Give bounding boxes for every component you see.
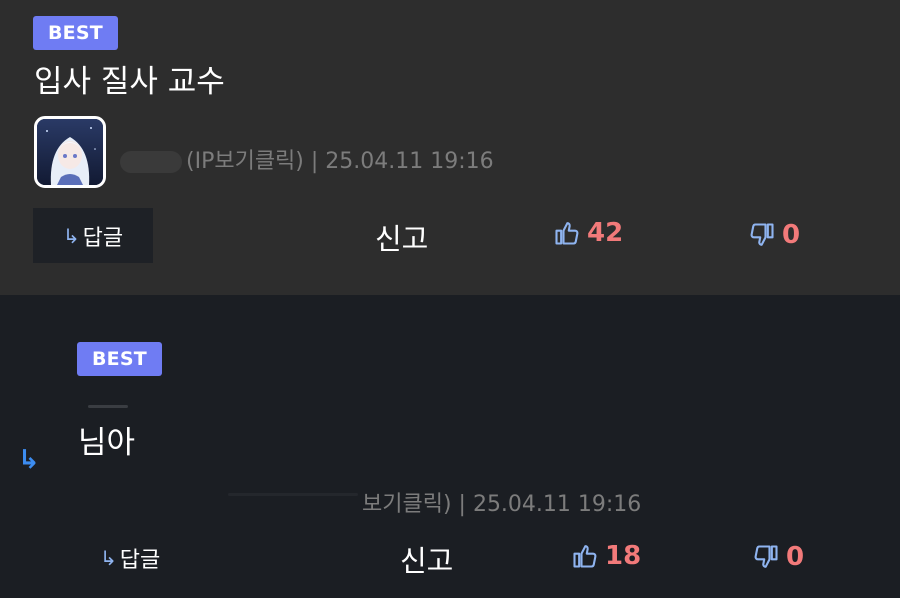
avatar-image xyxy=(37,119,103,185)
comment-best-2: BEST ↳ 님아 보기클릭) | 25.04.11 19:16 ↳ 답글 신고… xyxy=(0,295,900,598)
author-name-redacted xyxy=(88,405,128,408)
dislike-count: 0 xyxy=(782,220,801,250)
reply-label: 답글 xyxy=(82,225,124,251)
thumbs-up-icon xyxy=(573,545,597,568)
like-button[interactable]: 42 xyxy=(553,218,623,248)
thumbs-down-icon xyxy=(750,223,774,246)
meta-text: (IP보기클릭) | 25.04.11 19:16 xyxy=(186,149,494,174)
reply-button[interactable]: ↳ 답글 xyxy=(33,208,153,263)
comment-text: 님아 xyxy=(78,425,136,461)
like-count: 18 xyxy=(605,541,642,571)
report-button[interactable]: 신고 xyxy=(400,538,453,580)
dislike-count: 0 xyxy=(786,542,805,572)
meta-redacted xyxy=(228,493,358,496)
reply-indicator-icon: ↳ xyxy=(18,445,40,475)
comment-meta: 보기클릭) | 25.04.11 19:16 xyxy=(362,492,642,517)
thumbs-up-icon xyxy=(555,222,579,245)
comment-text: 입사 질사 교수 xyxy=(34,64,225,100)
reply-arrow-icon: ↳ xyxy=(62,223,80,248)
dislike-button[interactable]: 0 xyxy=(748,220,800,250)
best-badge: BEST xyxy=(33,16,118,50)
comment-meta: (IP보기클릭) | 25.04.11 19:16 xyxy=(120,143,494,175)
best-badge: BEST xyxy=(77,342,162,376)
report-button[interactable]: 신고 xyxy=(375,216,428,258)
like-button[interactable]: 18 xyxy=(571,541,641,571)
reply-arrow-icon: ↳ xyxy=(100,546,117,570)
avatar[interactable] xyxy=(34,116,106,188)
reply-label: 답글 xyxy=(119,548,161,573)
like-count: 42 xyxy=(587,218,624,248)
thumbs-down-icon xyxy=(754,545,778,568)
reply-button[interactable]: ↳ 답글 xyxy=(100,538,160,578)
comment-best-1: BEST 입사 질사 교수 (IP보기클릭) | 25.04.11 19:16 xyxy=(0,0,900,295)
dislike-button[interactable]: 0 xyxy=(752,542,804,572)
author-name-redacted xyxy=(120,151,182,173)
